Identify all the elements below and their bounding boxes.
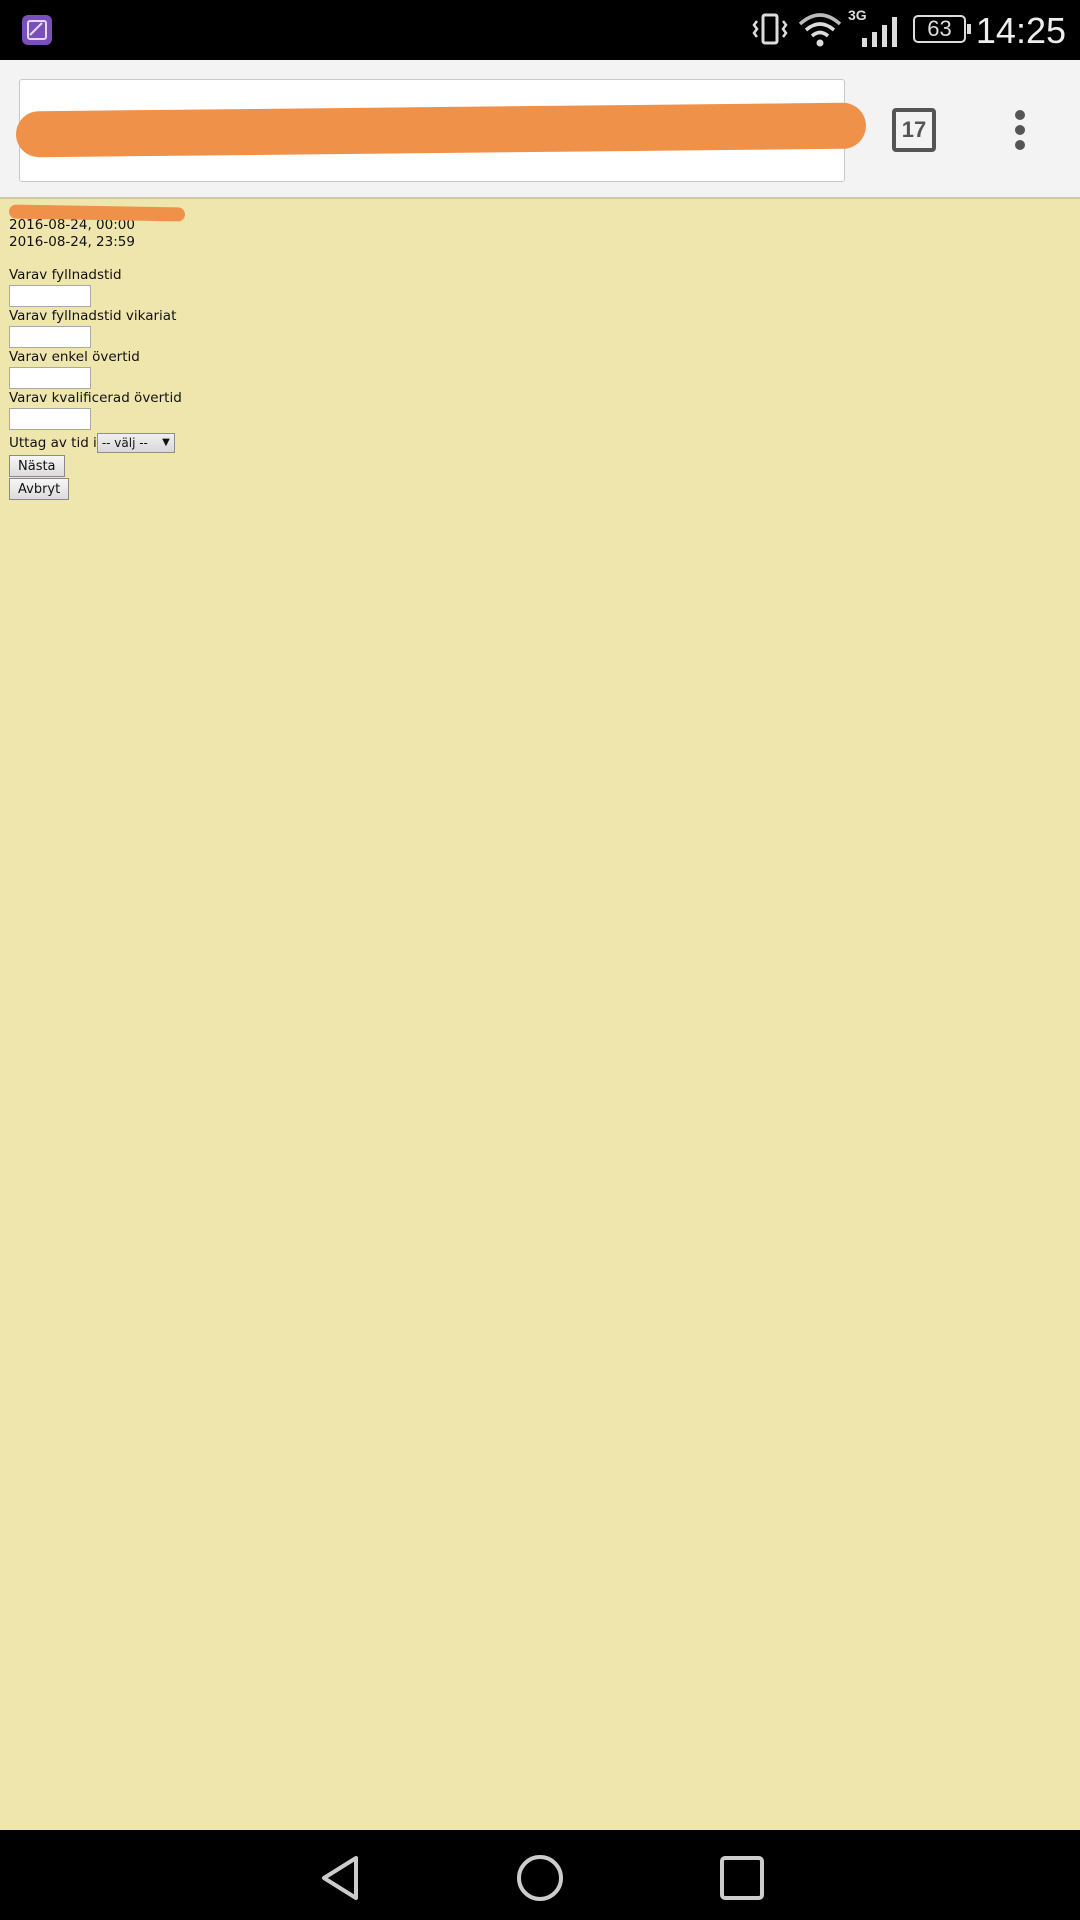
field-label-fyllnadstid: Varav fyllnadstid [9, 267, 122, 283]
field-label-enkel-overtid: Varav enkel övertid [9, 349, 140, 365]
page-content: 2016-08-24, 00:00 2016-08-24, 23:59 Vara… [8, 200, 1069, 500]
end-time: 2016-08-24, 23:59 [9, 234, 135, 250]
status-bar: 3G 63 14:25 [0, 0, 1080, 60]
cancel-button[interactable]: Avbryt [9, 478, 70, 500]
url-bar[interactable] [15, 79, 867, 182]
withdrawal-select-value: -- välj -- [101, 436, 148, 450]
battery-icon: 63 [913, 15, 971, 43]
recents-icon[interactable] [718, 1854, 766, 1902]
signal-icon [862, 17, 897, 47]
chevron-down-icon: ▼ [162, 437, 170, 448]
navigation-bar [0, 1830, 1080, 1920]
field-label-fyllnadstid-vikariat: Varav fyllnadstid vikariat [9, 308, 177, 324]
browser-toolbar: 17 [0, 60, 1080, 199]
withdrawal-label: Uttag av tid i [9, 434, 97, 451]
next-button[interactable]: Nästa [9, 455, 65, 477]
wifi-icon [798, 13, 842, 47]
tab-switcher-button[interactable]: 17 [892, 108, 936, 152]
menu-dots-icon[interactable] [1008, 108, 1036, 152]
home-icon[interactable] [516, 1854, 564, 1902]
withdrawal-row: Uttag av tid i -- välj -- ▼ [9, 432, 1069, 454]
field-label-kvalificerad-overtid: Varav kvalificerad övertid [9, 390, 182, 406]
url-redaction [15, 102, 867, 158]
user-name-row [8, 200, 1069, 222]
battery-level: 63 [927, 16, 952, 41]
gallery-icon [22, 15, 52, 45]
kvalificerad-overtid-input[interactable] [9, 408, 91, 430]
clock: 14:25 [975, 10, 1066, 51]
fyllnadstid-vikariat-input[interactable] [9, 326, 91, 348]
enkel-overtid-input[interactable] [9, 367, 91, 389]
fyllnadstid-input[interactable] [9, 285, 91, 307]
withdrawal-select[interactable]: -- välj -- ▼ [96, 433, 175, 453]
tab-count: 17 [901, 117, 927, 142]
vibrate-icon [752, 13, 788, 45]
back-icon[interactable] [316, 1854, 364, 1902]
